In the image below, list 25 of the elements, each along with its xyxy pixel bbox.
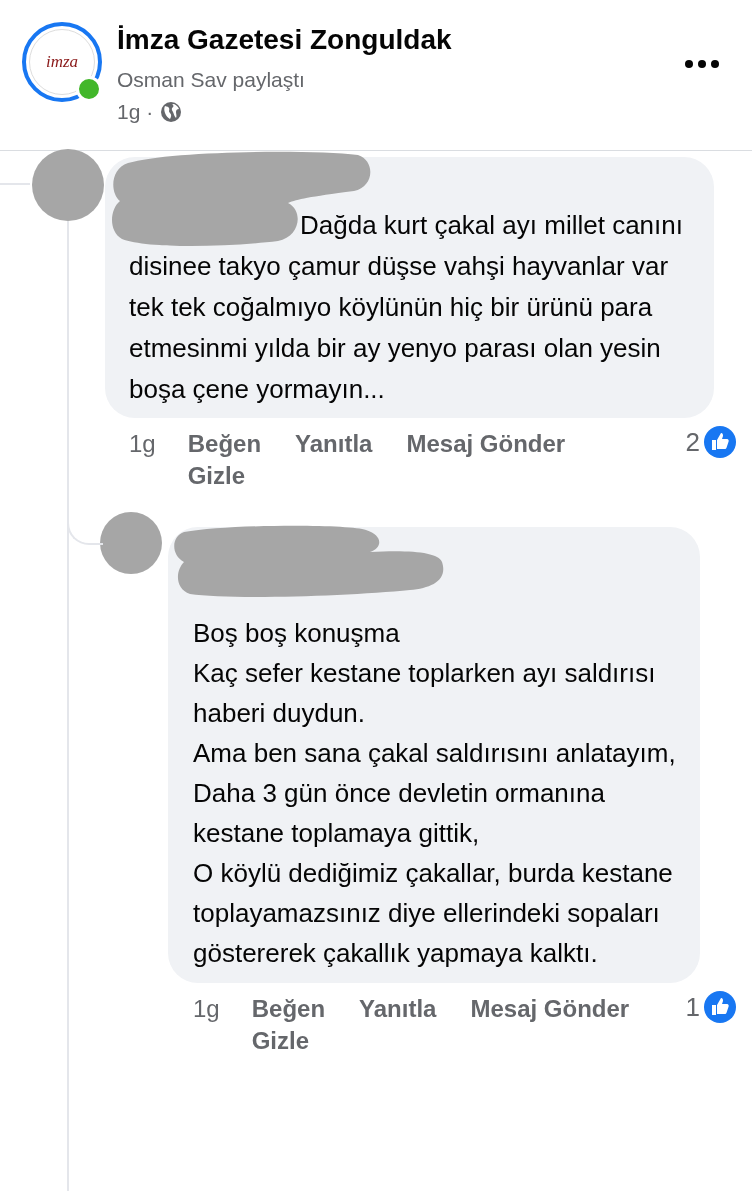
- comment-text: Dağda kurt çakal ayı millet canını disinee takyo çamur düşse vahşi hayvanlar var tek tek coğalmıyo köylünün hiç bir ürünü para etmesinmi yılda bir ay yenyo parası olan yesin boşa çene yormayın...: [129, 209, 684, 406]
- like-icon: [704, 991, 736, 1023]
- like-icon: [704, 426, 736, 458]
- globe-icon: [159, 100, 184, 124]
- action-link[interactable]: Gizle: [187, 460, 246, 492]
- action-link[interactable]: Gizle: [251, 1025, 310, 1057]
- action-link[interactable]: Beğen: [251, 993, 326, 1025]
- more-options-button[interactable]: [682, 57, 722, 71]
- separator-dot: ·: [146, 99, 154, 125]
- comment-text: Boş boş konuşma Kaç sefer kestane toplarken ayı saldırısı haberi duydun. Ama ben sana çakal saldırısını anlatayım, Daha 3 gün önce devletin ormanına kestane toplamaya gittik, O köylü dediğimiz çakallar, burda kestane toplayamazsınız diye ellerindeki sopaları göstererek çakallık yapmaya kalktı.: [193, 617, 677, 970]
- comment-time[interactable]: 1g: [129, 428, 156, 460]
- action-link[interactable]: Beğen: [187, 428, 262, 460]
- action-link[interactable]: Yanıtla: [359, 993, 437, 1025]
- reaction-count[interactable]: 1: [685, 991, 700, 1023]
- page-avatar[interactable]: imza: [22, 22, 102, 102]
- shared-by-text: Osman Sav paylaştı: [117, 67, 306, 93]
- post-time[interactable]: 1g: [117, 98, 141, 126]
- page-name[interactable]: İmza Gazetesi Zonguldak: [117, 22, 452, 58]
- action-link[interactable]: Mesaj Gönder: [406, 428, 566, 460]
- comment-time[interactable]: 1g: [193, 993, 220, 1025]
- logo-text: imza: [45, 52, 79, 72]
- more-icon: [684, 59, 720, 69]
- action-link[interactable]: Yanıtla: [295, 428, 373, 460]
- reaction-count[interactable]: 2: [685, 426, 700, 458]
- action-link[interactable]: Mesaj Gönder: [470, 993, 630, 1025]
